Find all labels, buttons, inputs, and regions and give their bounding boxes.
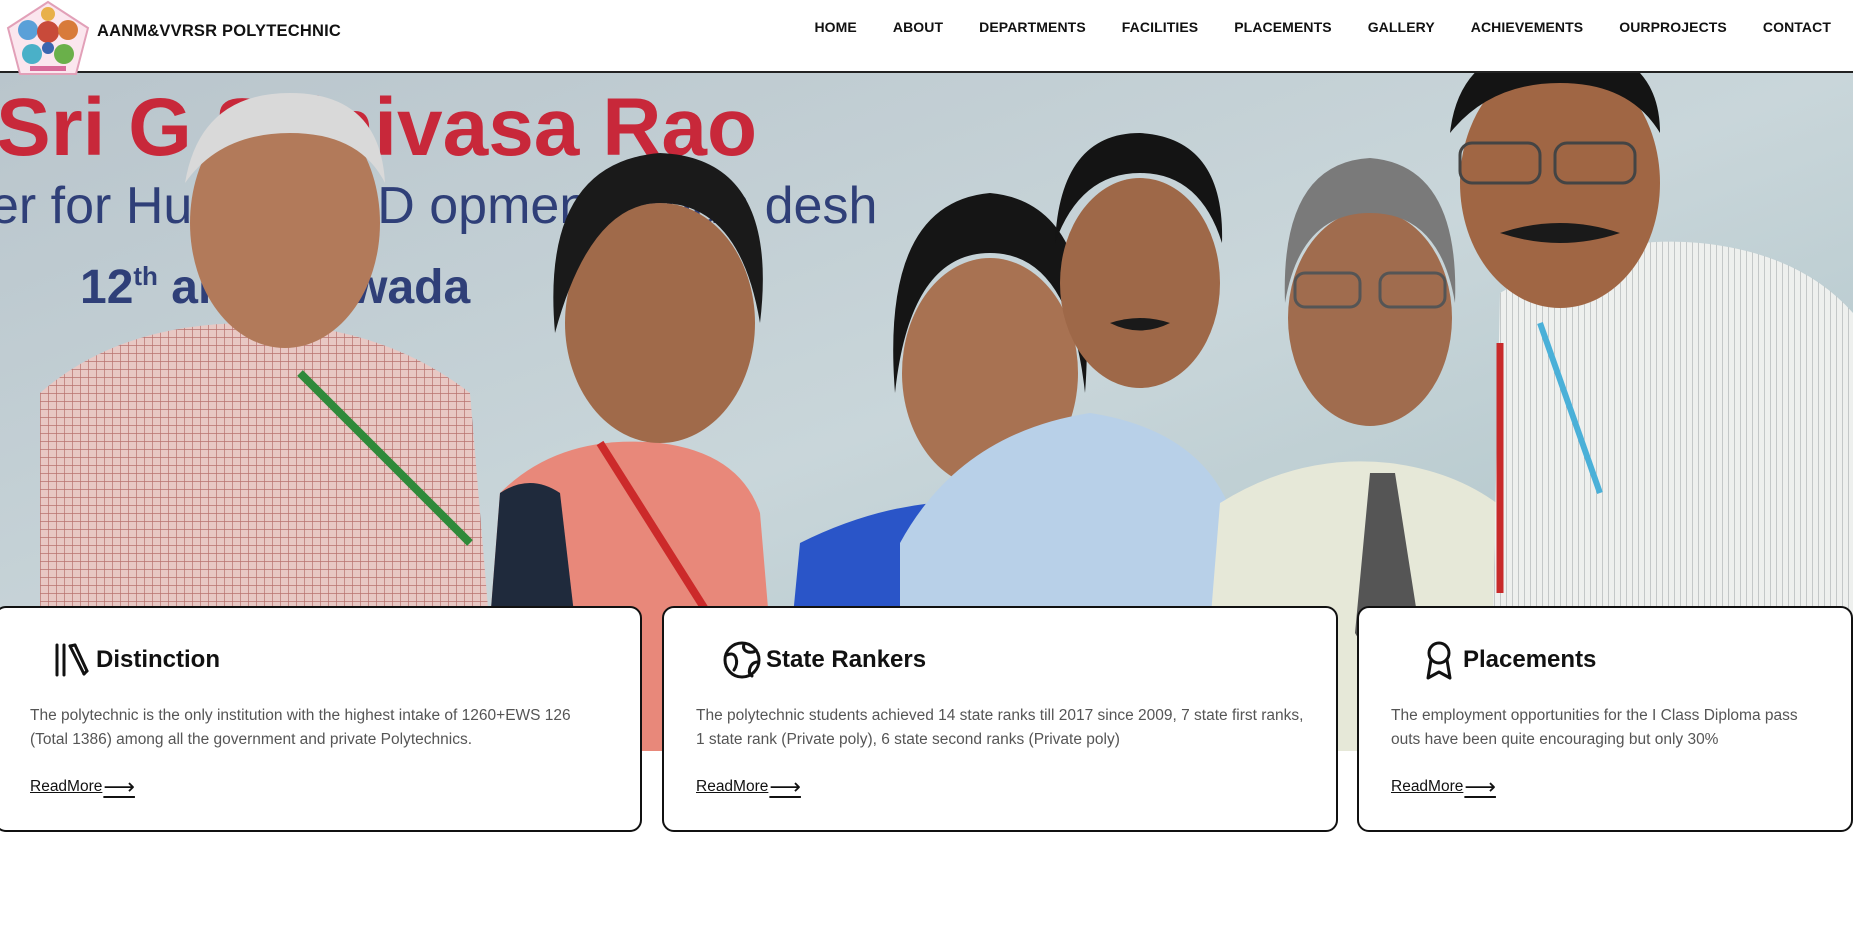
nav-home[interactable]: HOME <box>796 17 874 37</box>
nav-about[interactable]: ABOUT <box>875 17 961 37</box>
read-more-link[interactable]: ReadMore ⟶ <box>1391 774 1496 799</box>
globe-icon <box>722 640 762 680</box>
card-description: The polytechnic is the only institution … <box>30 707 571 748</box>
card-description: The employment opportunities for the I C… <box>1391 707 1798 748</box>
read-more-label: ReadMore <box>696 778 769 795</box>
nav-departments[interactable]: DEPARTMENTS <box>961 17 1104 37</box>
card-description: The polytechnic students achieved 14 sta… <box>696 707 1304 748</box>
books-icon <box>52 640 92 680</box>
distinction-card: Distinction The polytechnic is the only … <box>0 606 642 832</box>
card-header: State Rankers <box>722 640 926 680</box>
placements-card: Placements The employment opportunities … <box>1357 606 1853 832</box>
nav-gallery[interactable]: GALLERY <box>1350 17 1453 37</box>
arrow-right-icon: ⟶ <box>103 774 135 799</box>
read-more-link[interactable]: ReadMore ⟶ <box>30 774 135 799</box>
college-logo[interactable] <box>4 0 92 76</box>
card-title: Placements <box>1463 646 1597 673</box>
nav-achievements[interactable]: ACHIEVEMENTS <box>1453 17 1601 37</box>
nav-ourprojects[interactable]: OURPROJECTS <box>1601 17 1745 37</box>
card-header: Distinction <box>52 640 220 680</box>
site-header: AANM&VVRSR POLYTECHNIC HOME ABOUT DEPART… <box>0 0 1853 76</box>
read-more-label: ReadMore <box>1391 778 1464 795</box>
read-more-link[interactable]: ReadMore ⟶ <box>696 774 801 799</box>
card-title: Distinction <box>96 646 220 673</box>
state-rankers-card: State Rankers The polytechnic students a… <box>662 606 1338 832</box>
nav-contact[interactable]: CONTACT <box>1745 17 1847 37</box>
read-more-label: ReadMore <box>30 778 103 795</box>
nav-facilities[interactable]: FACILITIES <box>1104 17 1216 37</box>
arrow-right-icon: ⟶ <box>1464 774 1496 799</box>
nav-placements[interactable]: PLACEMENTS <box>1216 17 1349 37</box>
award-icon <box>1419 640 1459 680</box>
main-nav: HOME ABOUT DEPARTMENTS FACILITIES PLACEM… <box>796 17 1847 37</box>
card-title: State Rankers <box>766 646 927 673</box>
brand-name[interactable]: AANM&VVRSR POLYTECHNIC <box>97 22 341 41</box>
arrow-right-icon: ⟶ <box>769 774 801 799</box>
card-header: Placements <box>1419 640 1596 680</box>
